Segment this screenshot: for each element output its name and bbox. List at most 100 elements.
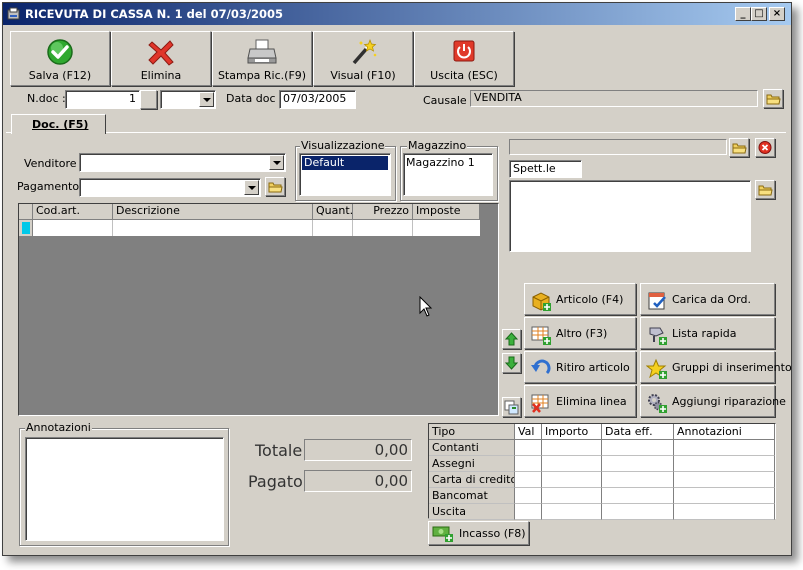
magazzino-list[interactable]: Magazzino 1 — [403, 153, 493, 196]
ndoc-suffix-combo[interactable] — [160, 90, 216, 109]
table-row[interactable]: Assegni — [429, 456, 775, 472]
pay-type-cell: Uscita — [429, 504, 515, 520]
customer-code-field[interactable] — [509, 139, 727, 155]
move-down-button[interactable] — [502, 353, 521, 373]
gears-add-icon — [648, 394, 667, 413]
printer-icon — [247, 39, 277, 64]
save-label: Salva (F12) — [28, 69, 92, 82]
grid-corner — [19, 204, 33, 220]
articolo-label: Articolo (F4) — [556, 293, 624, 306]
chevron-down-icon[interactable] — [269, 155, 284, 170]
tab-doc-label: Doc. (F5) — [32, 118, 89, 131]
pagamento-folder-button[interactable] — [265, 177, 285, 196]
cash-add-icon — [432, 526, 453, 542]
customer-address-field[interactable] — [509, 180, 751, 252]
pay-type-cell: Contanti — [429, 440, 515, 456]
pay-header-tipo[interactable]: Tipo — [429, 424, 515, 440]
save-button[interactable]: Salva (F12) — [10, 31, 110, 86]
spett-field[interactable]: Spett.le — [509, 160, 582, 178]
table-row[interactable]: Uscita — [429, 504, 775, 520]
ritiro-articolo-button[interactable]: Ritiro articolo — [524, 351, 636, 383]
cell-descrizione[interactable] — [113, 220, 313, 236]
delete-button[interactable]: Elimina — [111, 31, 211, 86]
articles-grid[interactable]: Cod.art. Descrizione Quant. Prezzo Impos… — [18, 203, 499, 416]
table-row[interactable]: Bancomat — [429, 488, 775, 504]
gruppi-inserimento-button[interactable]: Gruppi di inserimento — [640, 351, 792, 383]
causale-folder-button[interactable] — [763, 89, 783, 108]
ndoc-label: N.doc : — [27, 92, 66, 105]
power-icon — [453, 40, 475, 62]
ndoc-field[interactable]: 1 — [65, 90, 140, 109]
red-x-icon — [148, 40, 174, 66]
pay-header-val[interactable]: Val — [515, 424, 542, 440]
pagato-label: Pagato — [248, 472, 303, 491]
cell-imposte[interactable] — [413, 220, 480, 236]
visual-button[interactable]: Visual (F10) — [313, 31, 413, 86]
causale-label: Causale : — [423, 94, 474, 107]
data-doc-label: Data doc : — [226, 92, 283, 105]
visualizzazione-list[interactable]: Default — [299, 153, 391, 196]
altro-label: Altro (F3) — [556, 327, 608, 340]
causale-field[interactable]: VENDITA — [470, 90, 758, 107]
cell-prezzo[interactable] — [353, 220, 413, 236]
elimina-linea-button[interactable]: Elimina linea — [524, 385, 636, 417]
magazzino-item[interactable]: Magazzino 1 — [406, 156, 475, 169]
move-up-button[interactable] — [502, 329, 521, 349]
arrow-down-icon — [504, 356, 519, 370]
chevron-down-icon[interactable] — [244, 180, 259, 195]
minimize-button[interactable]: _ — [735, 7, 751, 21]
tab-doc[interactable]: Doc. (F5) — [11, 114, 106, 134]
visualizzazione-item[interactable]: Default — [302, 156, 388, 170]
close-button[interactable]: × — [769, 7, 785, 21]
annotazioni-field[interactable] — [25, 437, 224, 541]
data-doc-field[interactable]: 07/03/2005 — [279, 90, 356, 109]
grid-header-prezzo[interactable]: Prezzo — [353, 204, 413, 220]
chevron-down-icon[interactable] — [199, 92, 214, 107]
swap-lines-button[interactable] — [502, 397, 521, 417]
pay-header-data[interactable]: Data eff. — [602, 424, 674, 440]
maximize-button[interactable]: □ — [751, 7, 767, 21]
magazzino-caption: Magazzino — [407, 139, 468, 152]
arrow-up-icon — [504, 332, 519, 346]
lista-rapida-button[interactable]: Lista rapida — [640, 317, 775, 349]
grid-delete-icon — [531, 394, 549, 413]
articolo-button[interactable]: Articolo (F4) — [524, 283, 636, 315]
delete-label: Elimina — [140, 69, 182, 82]
grid-add-icon — [531, 326, 551, 345]
ndoc-lookup-button[interactable] — [140, 90, 157, 109]
table-row[interactable]: Carta di credito — [429, 472, 775, 488]
pagamento-label: Pagamento : — [17, 180, 87, 193]
altro-button[interactable]: Altro (F3) — [524, 317, 636, 349]
aggiungi-riparazione-button[interactable]: Aggiungi riparazione — [640, 385, 786, 417]
app-icon — [7, 7, 20, 20]
payments-table[interactable]: Tipo Val Importo Data eff. Annotazioni C… — [428, 423, 776, 520]
grid-header-descrizione[interactable]: Descrizione — [113, 204, 313, 220]
address-folder-button[interactable] — [755, 180, 775, 199]
grid-header-imposte[interactable]: Imposte — [413, 204, 480, 220]
grid-header-codart[interactable]: Cod.art. — [33, 204, 113, 220]
carica-ordine-button[interactable]: Carica da Ord. — [640, 283, 775, 315]
cell-quant[interactable] — [313, 220, 353, 236]
lista-rapida-label: Lista rapida — [672, 327, 737, 340]
carica-ordine-label: Carica da Ord. — [672, 293, 751, 306]
table-row[interactable]: Contanti — [429, 440, 775, 456]
pagamento-combo[interactable] — [79, 178, 261, 197]
customer-folder-button[interactable] — [729, 138, 749, 157]
grid-header-quant[interactable]: Quant. — [313, 204, 353, 220]
totale-label: Totale — [255, 441, 303, 460]
folder-icon — [766, 94, 781, 105]
pay-header-importo[interactable]: Importo — [542, 424, 602, 440]
print-label: Stampa Ric.(F9) — [217, 69, 307, 82]
exit-button[interactable]: Uscita (ESC) — [414, 31, 514, 86]
cell-codart[interactable] — [33, 220, 113, 236]
customer-clear-button[interactable] — [755, 138, 775, 157]
print-button[interactable]: Stampa Ric.(F9) — [212, 31, 312, 86]
incasso-button[interactable]: Incasso (F8) — [428, 521, 529, 545]
pay-header-annotazioni[interactable]: Annotazioni — [674, 424, 775, 440]
totale-field: 0,00 — [304, 439, 412, 461]
table-row[interactable] — [19, 220, 480, 236]
aggiungi-riparazione-label: Aggiungi riparazione — [672, 395, 786, 408]
venditore-combo[interactable] — [79, 153, 286, 172]
annotazioni-caption: Annotazioni — [25, 421, 92, 434]
tab-panel-border — [6, 132, 786, 133]
